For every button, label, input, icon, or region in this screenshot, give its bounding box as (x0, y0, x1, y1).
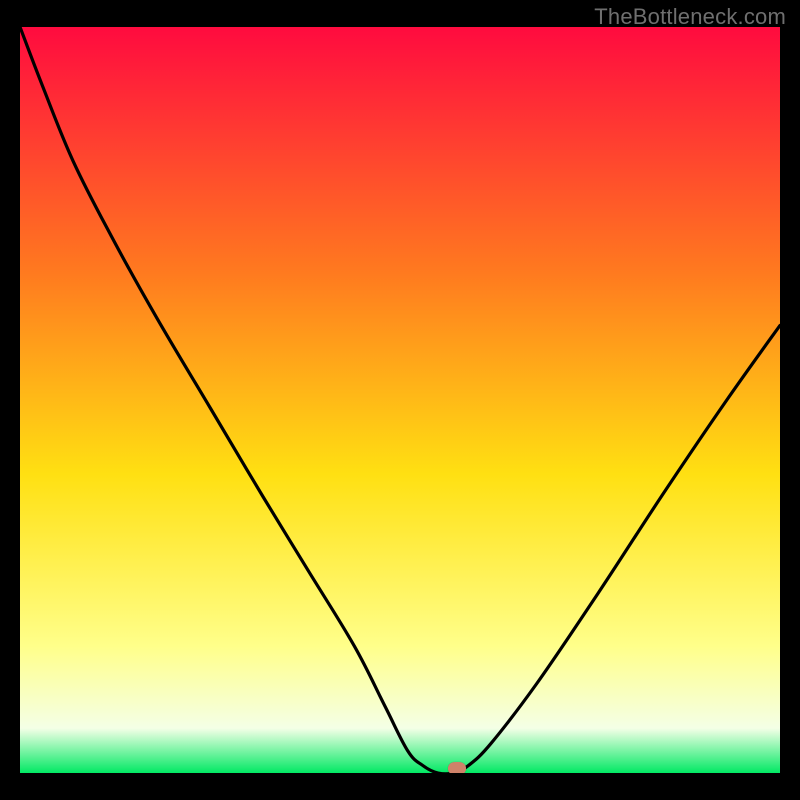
plot-area (20, 27, 780, 773)
watermark-text: TheBottleneck.com (594, 4, 786, 30)
chart-frame: TheBottleneck.com (0, 0, 800, 800)
gradient-background (20, 27, 780, 773)
optimum-marker (448, 762, 466, 773)
chart-svg (20, 27, 780, 773)
